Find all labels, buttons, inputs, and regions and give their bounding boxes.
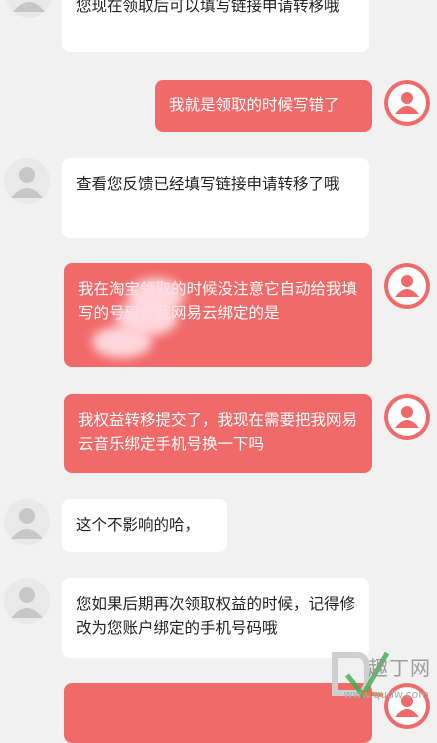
user-avatar[interactable] — [384, 80, 430, 126]
message-bubble[interactable]: 我权益转移提交了，我现在需要把我网易云音乐绑定手机号换一下吗 — [64, 394, 372, 473]
message-bubble[interactable]: 您如果后期再次领取权益的时候，记得修改为您账户绑定的手机号码哦 — [62, 578, 369, 658]
message-bubble[interactable] — [64, 683, 372, 743]
person-icon — [11, 167, 43, 198]
person-icon — [11, 508, 43, 539]
message-bubble[interactable]: 这个不影响的哈， — [62, 499, 227, 552]
person-icon — [384, 263, 430, 309]
agent-avatar[interactable] — [4, 158, 50, 204]
message-bubble[interactable]: 查看您反馈已经填写链接申请转移了哦 — [62, 158, 369, 238]
person-icon — [13, 2, 45, 12]
agent-avatar[interactable] — [4, 499, 50, 545]
watermark-url: www.qudw.com — [343, 688, 429, 701]
agent-avatar[interactable] — [4, 578, 50, 624]
message-bubble[interactable]: 您现在领取后可以填写链接申请转移哦 — [62, 0, 369, 52]
agent-avatar[interactable] — [6, 0, 52, 18]
watermark-text: 趣丁网 — [368, 656, 431, 680]
user-avatar[interactable] — [384, 394, 430, 440]
person-icon — [11, 587, 43, 618]
person-icon — [384, 394, 430, 440]
user-avatar[interactable] — [384, 263, 430, 309]
person-icon — [384, 80, 430, 126]
message-bubble[interactable]: 我就是领取的时候写错了 — [155, 80, 372, 132]
privacy-blur — [92, 326, 152, 358]
